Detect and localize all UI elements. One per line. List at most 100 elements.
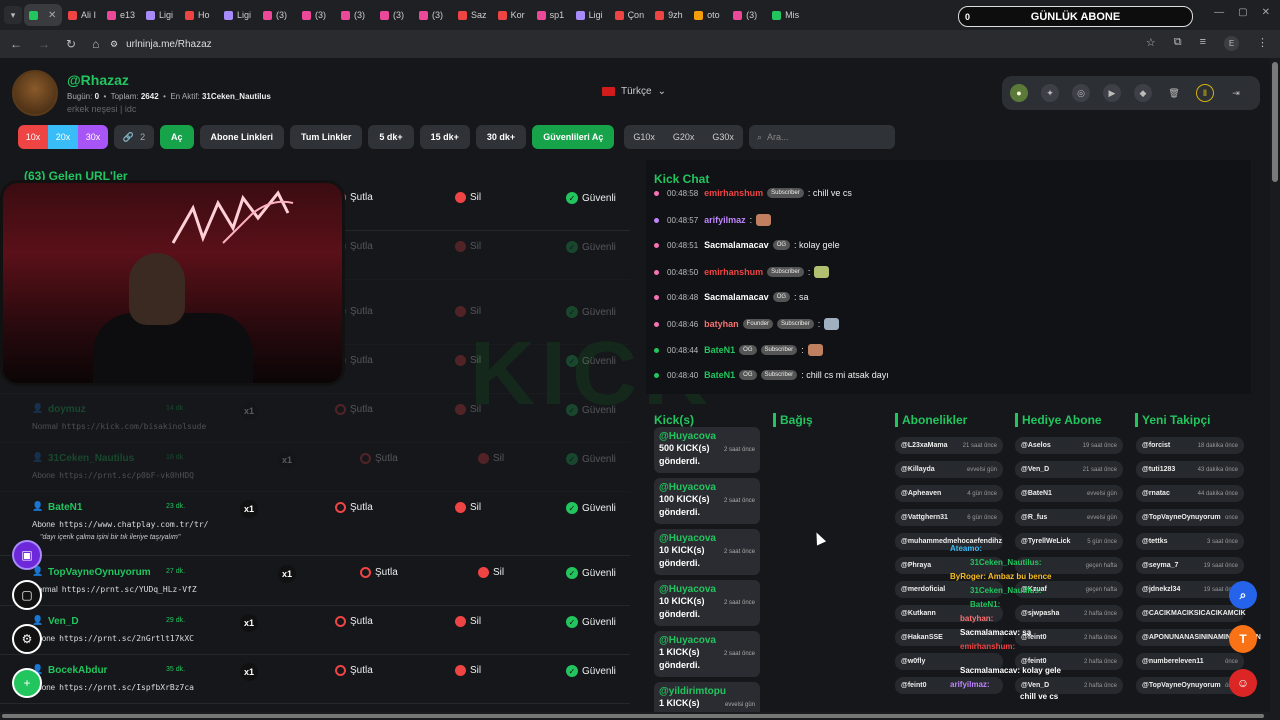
url-row-link[interactable]: Normal https://prnt.sc/YUDq_HLz-VfZ	[32, 585, 197, 594]
browser-tab[interactable]: oto	[689, 4, 727, 26]
instagram-icon[interactable]: ◎	[1072, 84, 1090, 102]
settings-icon[interactable]: ⚙	[12, 624, 42, 654]
browser-tab[interactable]: ✕	[24, 4, 62, 26]
delete-button[interactable]: Sil	[455, 502, 481, 513]
browser-tab[interactable]: Kor	[493, 4, 531, 26]
language-select[interactable]: Türkçe ⌄	[602, 86, 666, 97]
address-bar[interactable]: ⚙ urlninja.me/Rhazaz	[104, 34, 1164, 54]
browser-tab[interactable]: Ligi	[141, 4, 179, 26]
browser-tab[interactable]: Ali I	[63, 4, 101, 26]
t-badge-icon[interactable]: T	[1229, 625, 1257, 653]
logout-icon[interactable]: ⇥	[1227, 84, 1245, 102]
safe-button[interactable]: ✓ Güvenli	[566, 453, 616, 465]
discord-icon[interactable]: ◆	[1134, 84, 1152, 102]
browser-tab[interactable]: (3)	[728, 4, 766, 26]
add-user-icon[interactable]: +	[12, 668, 42, 698]
close-window-icon[interactable]: ✕	[1262, 7, 1270, 18]
delete-button[interactable]: Sil	[455, 355, 481, 366]
filter-30min-button[interactable]: 30 dk+	[475, 125, 527, 149]
safe-button[interactable]: ✓ Güvenli	[566, 355, 616, 367]
chat-user[interactable]: Sacmalamacav	[704, 292, 769, 302]
user-fab-icon[interactable]: ☺	[1229, 669, 1257, 697]
browser-tab[interactable]: Çon	[610, 4, 650, 26]
delete-button[interactable]: Sil	[455, 616, 481, 627]
chat-user[interactable]: BateN1	[704, 370, 735, 380]
url-row-link[interactable]: Normal https://kick.com/bisakinolsude	[32, 422, 206, 431]
open-safe-button[interactable]: Güvenlileri Aç	[532, 125, 615, 149]
mult-10x-button[interactable]: 10x	[18, 125, 48, 149]
vertical-scrollbar[interactable]	[1270, 58, 1280, 720]
url-row-link[interactable]: Abone https://prnt.sc/p0bF-vk0hHDQ	[32, 471, 194, 480]
delete-button[interactable]: Sil	[455, 404, 481, 415]
mult-30x-button[interactable]: 30x	[78, 125, 108, 149]
twitch-icon[interactable]: ▣	[12, 540, 42, 570]
youtube-icon[interactable]: ▶	[1103, 84, 1121, 102]
minimize-icon[interactable]: —	[1214, 7, 1224, 18]
sub-links-button[interactable]: Abone Linkleri	[199, 125, 285, 149]
ban-button[interactable]: Şutla	[335, 665, 373, 676]
safe-button[interactable]: ✓ Güvenli	[566, 306, 616, 318]
bookmark-star-icon[interactable]: ☆	[1146, 36, 1156, 51]
delete-button[interactable]: Sil	[478, 567, 504, 578]
delete-button[interactable]: Sil	[455, 306, 481, 317]
ban-button[interactable]: Şutla	[360, 453, 398, 464]
browser-tab[interactable]: (3)	[414, 4, 452, 26]
reload-icon[interactable]: ↻	[66, 37, 76, 51]
chat-user[interactable]: batyhan	[704, 319, 739, 329]
pause-icon[interactable]: Ⅱ	[1196, 84, 1214, 102]
delete-button[interactable]: Sil	[455, 241, 481, 252]
open-button[interactable]: Aç	[160, 125, 194, 149]
safe-button[interactable]: ✓ Güvenli	[566, 502, 616, 514]
browser-tab[interactable]: Mis	[767, 4, 805, 26]
browser-tab[interactable]: Saz	[453, 4, 492, 26]
maximize-icon[interactable]: ▢	[1238, 7, 1247, 18]
trash-icon[interactable]: 🗑	[1165, 84, 1183, 102]
ban-button[interactable]: Şutla	[335, 404, 373, 415]
safe-button[interactable]: ✓ Güvenli	[566, 665, 616, 677]
site-info-icon[interactable]: ⚙	[110, 39, 118, 50]
g30x-button[interactable]: G30x	[703, 132, 743, 142]
mult-20x-button[interactable]: 20x	[48, 125, 78, 149]
home-icon[interactable]: ⌂	[92, 37, 99, 51]
ban-button[interactable]: Şutla	[335, 616, 373, 627]
browser-tab[interactable]: (3)	[336, 4, 374, 26]
link-count-button[interactable]: 🔗 2	[114, 125, 154, 149]
chat-user[interactable]: arifyilmaz	[704, 215, 746, 225]
reading-list-icon[interactable]: ≡	[1200, 36, 1206, 51]
delete-button[interactable]: Sil	[455, 192, 481, 203]
close-tab-icon[interactable]: ✕	[48, 10, 56, 21]
delete-button[interactable]: Sil	[455, 665, 481, 676]
url-row-link[interactable]: Abone https://prnt.sc/2nGrtlt17kXC	[32, 634, 194, 643]
chat-user[interactable]: emirhanshum	[704, 188, 763, 198]
filter-15min-button[interactable]: 15 dk+	[419, 125, 470, 149]
url-row-link[interactable]: Abone https://www.chatplay.com.tr/tr/	[32, 520, 208, 529]
browser-tab[interactable]: sp1	[532, 4, 570, 26]
horizontal-scrollbar[interactable]	[0, 712, 1270, 720]
browser-tab[interactable]: e13	[102, 4, 140, 26]
chat-user[interactable]: emirhanshum	[704, 267, 763, 277]
kick-icon[interactable]: ●	[1010, 84, 1028, 102]
browser-tab[interactable]: 9zh	[650, 4, 688, 26]
filter-5min-button[interactable]: 5 dk+	[368, 125, 414, 149]
browser-tab[interactable]: (3)	[375, 4, 413, 26]
ban-button[interactable]: Şutla	[360, 567, 398, 578]
safe-button[interactable]: ✓ Güvenli	[566, 616, 616, 628]
browser-tab[interactable]: Ho	[180, 4, 218, 26]
browser-tab[interactable]: (3)	[297, 4, 335, 26]
tab-search-icon[interactable]: ▾	[4, 6, 22, 24]
safe-button[interactable]: ✓ Güvenli	[566, 192, 616, 204]
window-icon[interactable]: ▢	[12, 580, 42, 610]
twitter-icon[interactable]: ✦	[1041, 84, 1059, 102]
forward-icon[interactable]: →	[38, 37, 50, 51]
browser-tab[interactable]: (3)	[258, 4, 296, 26]
menu-icon[interactable]: ⋮	[1257, 36, 1268, 51]
ban-button[interactable]: Şutla	[335, 502, 373, 513]
profile-avatar[interactable]: E	[1224, 36, 1239, 51]
browser-tab[interactable]: Ligi	[571, 4, 609, 26]
all-links-button[interactable]: Tum Linkler	[290, 125, 363, 149]
safe-button[interactable]: ✓ Güvenli	[566, 567, 616, 579]
search-fab-icon[interactable]: ⌕	[1229, 581, 1257, 609]
safe-button[interactable]: ✓ Güvenli	[566, 241, 616, 253]
back-icon[interactable]: ←	[10, 37, 22, 51]
g20x-button[interactable]: G20x	[664, 132, 704, 142]
